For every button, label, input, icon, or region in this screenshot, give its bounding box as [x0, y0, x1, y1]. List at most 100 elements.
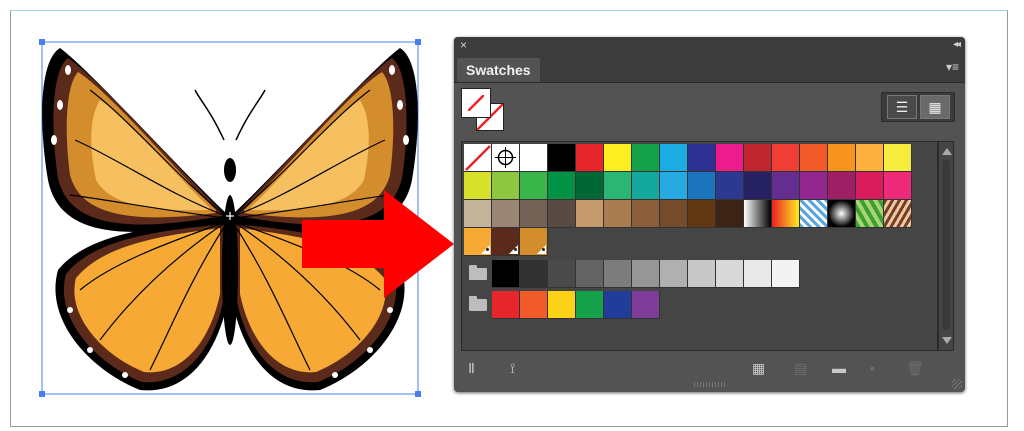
swatch-pattern-checker[interactable]	[800, 200, 828, 228]
color-swatch[interactable]	[828, 172, 856, 200]
color-swatch[interactable]	[632, 260, 660, 288]
close-icon[interactable]: ×	[460, 38, 467, 52]
color-swatch[interactable]	[520, 291, 548, 319]
color-swatch[interactable]	[688, 260, 716, 288]
panel-resize-grip[interactable]	[694, 382, 726, 387]
swatch-grad-orange[interactable]	[772, 200, 800, 228]
color-swatch[interactable]	[772, 172, 800, 200]
color-swatch[interactable]	[800, 144, 828, 172]
delete-icon[interactable]: 🗑	[906, 359, 924, 377]
color-swatch[interactable]	[716, 144, 744, 172]
swatch-row	[464, 228, 548, 256]
swatch-pattern-paisley[interactable]	[884, 200, 912, 228]
color-swatch[interactable]	[660, 200, 688, 228]
grid-view-button[interactable]: ▦	[920, 95, 950, 119]
color-swatch[interactable]	[548, 200, 576, 228]
swatch-none[interactable]	[464, 144, 492, 172]
color-swatch[interactable]	[548, 172, 576, 200]
color-swatch[interactable]	[576, 144, 604, 172]
color-swatch[interactable]	[772, 260, 800, 288]
color-swatch[interactable]	[856, 144, 884, 172]
color-swatch[interactable]	[576, 200, 604, 228]
swatch-row	[464, 172, 912, 200]
color-swatch[interactable]	[800, 172, 828, 200]
color-swatch[interactable]	[576, 172, 604, 200]
color-swatch[interactable]	[744, 260, 772, 288]
color-swatch[interactable]	[604, 260, 632, 288]
color-swatch[interactable]	[884, 144, 912, 172]
folder-shape	[469, 296, 487, 311]
new-folder-icon[interactable]: ▬	[832, 359, 846, 377]
color-swatch[interactable]	[520, 228, 548, 256]
color-swatch[interactable]	[520, 144, 548, 172]
swatches-panel: × ◂◂ Swatches ▾≡ ☰ ▦ Ⅱ ⟟ ▦ ▤ ▬ ▪ 🗑	[454, 37, 965, 392]
swatch-pattern-leaves[interactable]	[856, 200, 884, 228]
color-swatch[interactable]	[492, 200, 520, 228]
color-swatch[interactable]	[884, 172, 912, 200]
color-swatch[interactable]	[604, 172, 632, 200]
color-swatch[interactable]	[632, 172, 660, 200]
color-swatch[interactable]	[688, 172, 716, 200]
color-swatch[interactable]	[828, 144, 856, 172]
panel-bottom-bar: Ⅱ ⟟ ▦ ▤ ▬ ▪ 🗑	[454, 355, 965, 381]
tab-swatches[interactable]: Swatches	[457, 58, 540, 82]
resize-corner-icon[interactable]	[952, 379, 962, 389]
color-swatch[interactable]	[464, 228, 492, 256]
collapse-icon[interactable]: ◂◂	[953, 38, 961, 52]
scroll-track[interactable]	[942, 160, 950, 330]
color-swatch[interactable]	[464, 200, 492, 228]
color-swatch[interactable]	[632, 291, 660, 319]
color-swatch[interactable]	[520, 260, 548, 288]
swatch-options-icon[interactable]: ▤	[794, 359, 807, 377]
swatch-scrollbar[interactable]	[938, 141, 954, 351]
color-group-folder-icon[interactable]	[464, 291, 492, 319]
color-swatch[interactable]	[548, 260, 576, 288]
swatch-registration[interactable]	[492, 144, 520, 172]
color-swatch[interactable]	[716, 172, 744, 200]
show-swatch-kinds-icon[interactable]: ⟟	[510, 359, 515, 377]
new-color-group-icon[interactable]: ▦	[752, 359, 765, 377]
color-swatch[interactable]	[492, 228, 520, 256]
color-swatch[interactable]	[464, 172, 492, 200]
color-swatch[interactable]	[688, 200, 716, 228]
color-swatch[interactable]	[520, 200, 548, 228]
color-swatch[interactable]	[632, 200, 660, 228]
color-swatch[interactable]	[772, 144, 800, 172]
color-swatch[interactable]	[688, 144, 716, 172]
new-swatch-icon[interactable]: ▪	[870, 359, 875, 377]
grays-color-group	[464, 260, 800, 288]
color-swatch[interactable]	[716, 200, 744, 228]
color-swatch[interactable]	[604, 200, 632, 228]
color-swatch[interactable]	[576, 260, 604, 288]
color-swatch[interactable]	[492, 172, 520, 200]
color-group-folder-icon[interactable]	[464, 260, 492, 288]
libraries-menu-icon[interactable]: Ⅱ	[468, 359, 475, 377]
panel-tabbar: Swatches ▾≡	[454, 54, 965, 83]
list-view-button[interactable]: ☰	[887, 95, 917, 119]
color-swatch[interactable]	[548, 291, 576, 319]
color-swatch[interactable]	[604, 144, 632, 172]
color-swatch[interactable]	[492, 260, 520, 288]
color-swatch[interactable]	[520, 172, 548, 200]
color-swatch[interactable]	[660, 144, 688, 172]
color-swatch[interactable]	[548, 144, 576, 172]
color-swatch[interactable]	[744, 144, 772, 172]
color-swatch[interactable]	[856, 172, 884, 200]
color-swatch[interactable]	[660, 260, 688, 288]
scroll-up-icon[interactable]	[942, 148, 952, 155]
color-swatch[interactable]	[660, 172, 688, 200]
panel-menu-icon[interactable]: ▾≡	[946, 60, 959, 74]
swatch-grad-bw[interactable]	[744, 200, 772, 228]
fill-swatch[interactable]	[461, 88, 491, 118]
color-swatch[interactable]	[576, 291, 604, 319]
scroll-down-icon[interactable]	[942, 337, 952, 344]
swatch-grad-radial[interactable]	[828, 200, 856, 228]
color-swatch[interactable]	[604, 291, 632, 319]
none-icon	[465, 145, 491, 171]
color-swatch[interactable]	[492, 291, 520, 319]
color-swatch[interactable]	[716, 260, 744, 288]
fill-stroke-indicator[interactable]	[461, 88, 508, 135]
red-arrow	[302, 190, 458, 303]
color-swatch[interactable]	[632, 144, 660, 172]
color-swatch[interactable]	[744, 172, 772, 200]
